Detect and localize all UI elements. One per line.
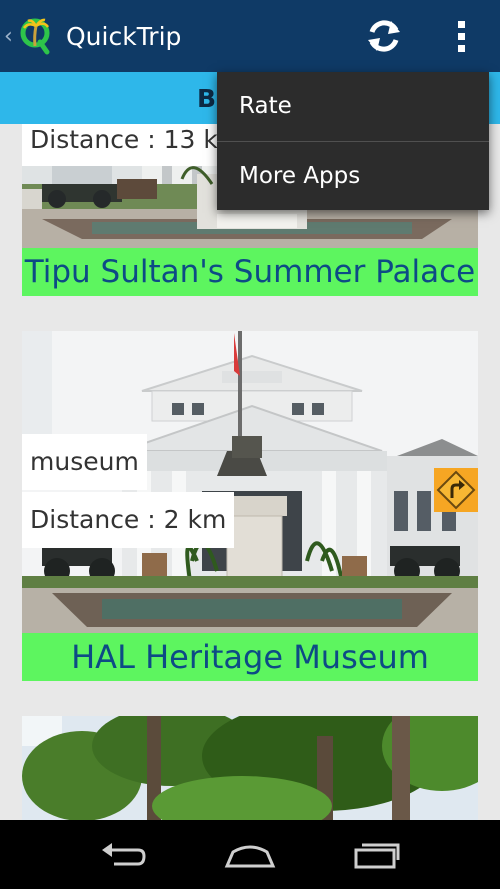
overflow-menu: Rate More Apps bbox=[217, 72, 489, 210]
place-card[interactable]: museum Distance : 2 km HAL Heritage Muse… bbox=[22, 331, 478, 681]
place-card[interactable] bbox=[22, 716, 478, 820]
overflow-menu-icon bbox=[457, 20, 465, 28]
action-bar: ‹ QuickTrip bbox=[0, 0, 500, 72]
distance-label: Distance : 13 km bbox=[22, 124, 251, 166]
overflow-menu-icon bbox=[457, 32, 465, 40]
up-caret-icon[interactable]: ‹ bbox=[4, 24, 18, 49]
overflow-menu-icon bbox=[457, 44, 465, 52]
back-icon bbox=[102, 842, 146, 865]
nav-home-button[interactable] bbox=[220, 835, 280, 875]
place-list[interactable]: Distance : 13 km Tipu Sultan's Summer Pa… bbox=[0, 124, 500, 820]
directions-button[interactable] bbox=[434, 468, 478, 512]
screen: ‹ QuickTrip Be Distance: 13 km Tipu Sul… bbox=[0, 0, 500, 889]
distance-label: Distance : 2 km bbox=[22, 492, 235, 548]
app-title: QuickTrip bbox=[66, 21, 182, 51]
menu-item-rate[interactable]: Rate bbox=[217, 72, 489, 141]
place-name: Tipu Sultan's Summer Palace bbox=[22, 248, 478, 296]
place-type-label: museum bbox=[22, 434, 147, 490]
system-nav-bar bbox=[0, 820, 500, 889]
refresh-icon bbox=[368, 20, 400, 52]
menu-item-more-apps[interactable]: More Apps bbox=[217, 142, 489, 211]
refresh-button[interactable] bbox=[362, 14, 406, 58]
nav-back-button[interactable] bbox=[93, 835, 153, 875]
place-photo bbox=[22, 716, 478, 820]
overflow-menu-button[interactable] bbox=[444, 14, 478, 58]
palm-tree-q-icon[interactable] bbox=[20, 16, 52, 56]
recent-apps-icon bbox=[354, 843, 400, 868]
nav-recents-button[interactable] bbox=[347, 835, 407, 875]
turn-right-sign-icon bbox=[436, 470, 476, 510]
home-icon bbox=[224, 845, 276, 867]
place-name: HAL Heritage Museum bbox=[22, 633, 478, 681]
